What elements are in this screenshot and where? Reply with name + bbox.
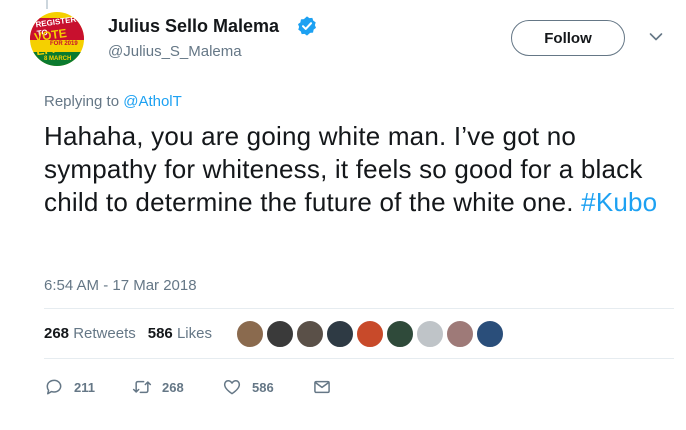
tweet-timestamp[interactable]: 6:54 AM - 17 Mar 2018 (44, 277, 197, 294)
retweets-label: Retweets (73, 325, 136, 342)
thread-line (46, 0, 48, 9)
liker-avatar[interactable] (326, 320, 354, 348)
liker-avatar[interactable] (266, 320, 294, 348)
likes-stat[interactable]: 586 Likes (148, 325, 212, 342)
liker-avatar[interactable] (296, 320, 324, 348)
retweets-stat[interactable]: 268 Retweets (44, 325, 136, 342)
divider (44, 308, 674, 309)
direct-message-button[interactable] (312, 375, 332, 399)
tweet-text: Hahaha, you are going white man. I’ve go… (44, 120, 674, 219)
liker-avatar[interactable] (476, 320, 504, 348)
retweet-count: 268 (162, 379, 184, 395)
like-button[interactable]: 586 (222, 375, 274, 399)
liker-avatar[interactable] (236, 320, 264, 348)
retweet-button[interactable]: 268 (132, 375, 184, 399)
divider (44, 358, 674, 359)
liker-avatar[interactable] (356, 320, 384, 348)
reply-count: 211 (74, 379, 95, 395)
retweet-icon (132, 380, 152, 394)
message-icon (314, 380, 330, 394)
liker-avatar[interactable] (386, 320, 414, 348)
likes-label: Likes (176, 325, 212, 342)
replying-to: Replying to @AtholT (44, 93, 182, 110)
retweets-count: 268 (44, 325, 70, 342)
replying-to-label: Replying to (44, 93, 124, 110)
avatar-text-4: 8 MARCH (44, 56, 72, 62)
author-avatar[interactable]: REGISTER TO VOTE EFF FOR 2019 8 MARCH (30, 12, 84, 66)
reply-icon (46, 379, 62, 395)
reply-mention-link[interactable]: @AtholT (123, 93, 182, 110)
heart-icon (223, 380, 241, 395)
hashtag-link[interactable]: #Kubo (581, 187, 657, 217)
avatar-text-3: FOR 2019 (50, 41, 78, 47)
reply-button[interactable]: 211 (44, 375, 95, 399)
tweet-body: Hahaha, you are going white man. I’ve go… (44, 121, 643, 217)
verified-icon (298, 16, 316, 36)
author-name[interactable]: Julius Sello Malema (108, 16, 279, 37)
chevron-down-icon[interactable] (649, 32, 663, 42)
author-handle[interactable]: @Julius_S_Malema (108, 43, 242, 60)
tweet-stats: 268 Retweets 586 Likes (44, 325, 212, 342)
likes-count: 586 (147, 325, 173, 342)
like-count: 586 (252, 379, 274, 395)
follow-button[interactable]: Follow (511, 20, 625, 56)
liker-avatar[interactable] (446, 320, 474, 348)
liker-avatar[interactable] (416, 320, 444, 348)
